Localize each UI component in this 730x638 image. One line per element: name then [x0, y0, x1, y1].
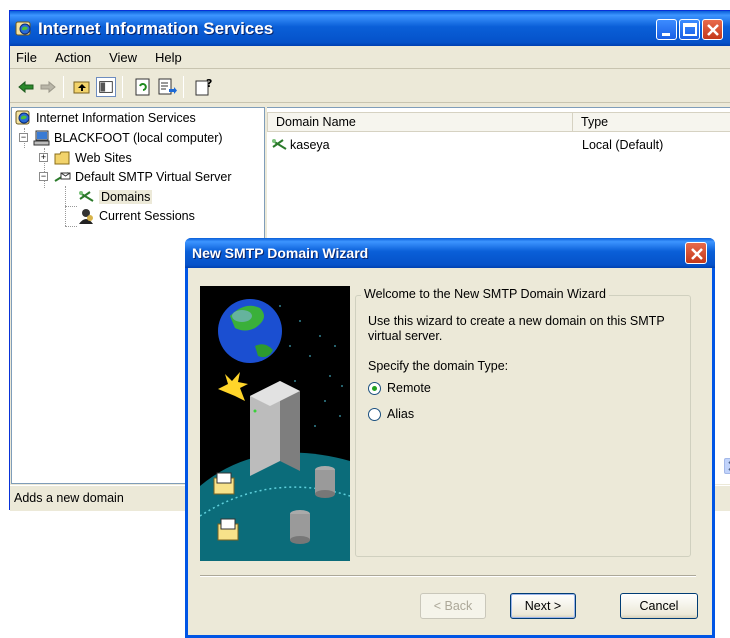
sessions-icon — [79, 209, 93, 224]
menu-file[interactable]: File — [16, 50, 37, 65]
iis-icon — [15, 21, 31, 36]
toolbar-separator — [63, 76, 64, 98]
expand-toggle[interactable]: + — [39, 153, 48, 162]
menu-view[interactable]: View — [109, 50, 137, 65]
status-text: Adds a new domain — [14, 491, 124, 505]
collapse-toggle[interactable]: − — [19, 133, 28, 142]
window-title: Internet Information Services — [38, 19, 274, 38]
column-header-type[interactable]: Type — [573, 112, 730, 132]
wizard-illustration — [200, 286, 350, 561]
tree-node-web-sites[interactable]: Web Sites — [54, 149, 132, 167]
maximize-button[interactable] — [679, 19, 700, 40]
domain-name: kaseya — [290, 138, 330, 152]
close-icon — [691, 248, 703, 260]
tree-node-current-sessions[interactable]: Current Sessions — [78, 207, 195, 225]
cancel-button[interactable]: Cancel — [620, 593, 698, 619]
refresh-icon[interactable] — [133, 77, 153, 97]
menu-help[interactable]: Help — [155, 50, 182, 65]
radio-label: Remote — [387, 381, 431, 395]
svg-text:?: ? — [206, 77, 212, 90]
collapse-toggle[interactable]: − — [39, 172, 48, 181]
wizard-titlebar[interactable]: New SMTP Domain Wizard — [185, 238, 715, 268]
wizard-group-box: Welcome to the New SMTP Domain Wizard Us… — [355, 287, 691, 557]
minimize-button[interactable] — [656, 19, 677, 40]
forward-arrow-icon[interactable] — [38, 77, 58, 97]
tree-node-computer[interactable]: BLACKFOOT (local computer) — [33, 129, 223, 147]
up-folder-icon[interactable] — [72, 77, 92, 97]
tree-label: Internet Information Services — [36, 111, 196, 125]
toolbar: ? — [10, 70, 730, 103]
radio-alias-control[interactable] — [368, 407, 381, 421]
export-list-icon[interactable] — [157, 77, 177, 97]
group-legend: Welcome to the New SMTP Domain Wizard — [361, 287, 609, 301]
computer-icon — [33, 130, 50, 146]
wizard-separator — [200, 575, 696, 577]
tree-label: BLACKFOOT (local computer) — [54, 131, 223, 145]
properties-help-icon[interactable]: ? — [194, 77, 214, 97]
show-tree-icon[interactable] — [96, 77, 116, 97]
close-icon — [707, 24, 719, 36]
iis-icon — [15, 110, 30, 125]
column-header-domain-name[interactable]: Domain Name — [267, 112, 573, 132]
iis-titlebar[interactable]: Internet Information Services — [10, 11, 730, 46]
tree-label: Web Sites — [75, 151, 132, 165]
minimize-icon — [662, 33, 670, 36]
radio-remote-control[interactable] — [368, 381, 381, 395]
domain-type: Local (Default) — [582, 138, 664, 152]
domain-icon — [272, 139, 287, 150]
back-arrow-icon[interactable] — [16, 77, 36, 97]
folder-icon — [54, 151, 70, 165]
tree-node-domains[interactable]: Domains — [78, 188, 153, 206]
tree-node-iis-root[interactable]: Internet Information Services — [15, 109, 196, 127]
maximize-icon — [683, 23, 697, 36]
wizard-description: Use this wizard to create a new domain o… — [368, 314, 665, 343]
list-item[interactable]: kaseya — [271, 136, 330, 154]
back-button[interactable]: < Back — [420, 593, 486, 619]
next-button[interactable]: Next > — [510, 593, 576, 619]
smtp-server-icon — [54, 172, 71, 182]
menu-action[interactable]: Action — [55, 50, 91, 65]
wizard-title: New SMTP Domain Wizard — [192, 245, 369, 261]
domains-icon — [79, 191, 94, 202]
toolbar-separator — [183, 76, 184, 98]
domain-type-prompt: Specify the domain Type: — [368, 359, 509, 373]
tree-node-smtp-server[interactable]: Default SMTP Virtual Server — [54, 168, 232, 186]
radio-remote[interactable]: Remote — [368, 381, 431, 395]
toolbar-separator — [122, 76, 123, 98]
radio-label: Alias — [387, 407, 415, 421]
new-smtp-domain-wizard: New SMTP Domain Wizard Welcome to the Ne… — [185, 238, 715, 638]
scroll-right-button[interactable] — [724, 458, 730, 474]
close-button[interactable] — [702, 19, 723, 40]
tree-label: Current Sessions — [99, 209, 195, 223]
menu-bar: File Action View Help — [10, 47, 730, 69]
wizard-close-button[interactable] — [685, 242, 707, 264]
radio-alias[interactable]: Alias — [368, 407, 414, 421]
tree-label: Default SMTP Virtual Server — [75, 170, 232, 184]
chevron-right-icon — [728, 461, 730, 471]
tree-label: Domains — [99, 190, 153, 204]
